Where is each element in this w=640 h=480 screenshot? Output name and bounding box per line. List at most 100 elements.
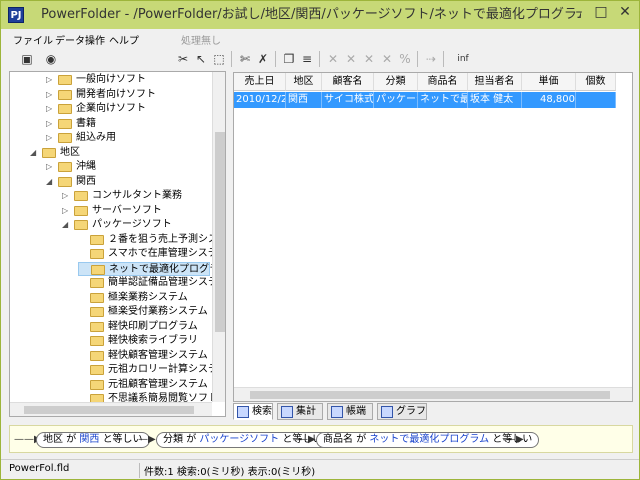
table-cell[interactable]: 2010/12/2: [234, 92, 286, 108]
tree-item[interactable]: ▷ 書籍: [46, 117, 210, 131]
tree-vertical-scroll-thumb[interactable]: [215, 132, 225, 332]
column-header[interactable]: 商品名: [418, 73, 468, 91]
tab-summary[interactable]: 集計: [277, 403, 323, 420]
tree-item[interactable]: ２番を狙う売上予測システム: [78, 233, 225, 247]
tree-item[interactable]: ネットで最適化プログラム: [78, 261, 225, 276]
tree-expand-icon[interactable]: ▷: [46, 117, 56, 131]
tree-expand-icon[interactable]: ▷: [62, 189, 72, 203]
summary-tab-icon: [281, 406, 293, 418]
scissors-icon[interactable]: ✄: [237, 51, 253, 67]
folder-icon: [58, 75, 72, 85]
tree-expand-icon[interactable]: ▷: [46, 160, 56, 174]
eye-icon[interactable]: ◉: [43, 51, 59, 67]
inf-button[interactable]: inf: [451, 51, 475, 67]
tree-horizontal-scrollbar[interactable]: [10, 402, 212, 416]
pointer-icon[interactable]: ↖: [193, 51, 209, 67]
status-bar: PowerFol.fld 件数:1 検索:0(ミリ秒) 表示:0(ミリ秒): [1, 459, 639, 479]
tree-item[interactable]: ▷ 企業向けソフト: [46, 102, 210, 116]
tree-item-label: 簡単認証備品管理システム: [108, 277, 226, 288]
ledger-tab-icon: [331, 406, 343, 418]
column-header[interactable]: 地区: [286, 73, 322, 91]
column-header[interactable]: 担当者名: [468, 73, 522, 91]
tree-item[interactable]: スマホで在庫管理システム: [78, 247, 225, 261]
column-header[interactable]: 分類: [374, 73, 418, 91]
tree-item[interactable]: ◢ 関西: [46, 175, 210, 189]
processing-status-text: 処理無し: [181, 36, 221, 47]
maximize-button[interactable]: □: [591, 3, 611, 23]
tree-item[interactable]: 簡単認証備品管理システム: [78, 276, 225, 290]
column-header[interactable]: 個数: [576, 73, 616, 91]
table-cell[interactable]: サイコ株式会: [322, 92, 374, 108]
clear4-icon[interactable]: ✕: [379, 51, 395, 67]
tree-expand-icon[interactable]: ◢: [30, 146, 40, 160]
filter-chip-district[interactable]: 地区 が 関西 と等しい: [36, 432, 150, 448]
toolbar-right: ✂ ↖ ⬚ ✄ ✗ ❐ ≡ ✕ ✕ ✕ ✕ % ⇢ inf: [171, 49, 633, 69]
tab-ledger[interactable]: 帳端: [327, 403, 373, 420]
tree-item-label: 軽快検索ライブラリ: [108, 335, 198, 346]
select-icon[interactable]: ⬚: [211, 51, 227, 67]
tree-item[interactable]: 極楽業務システム: [78, 291, 210, 305]
tree-item[interactable]: ◢ 地区: [30, 146, 210, 160]
tree-item-label: 軽快印刷プログラム: [108, 320, 198, 332]
tree-item[interactable]: 軽快顧客管理システム: [78, 349, 210, 363]
folder-icon: [58, 118, 72, 129]
grid-horizontal-scrollbar[interactable]: [234, 387, 632, 401]
tab-graph[interactable]: グラフ: [377, 403, 427, 420]
column-header[interactable]: 顧客名: [322, 73, 374, 91]
tree-expand-icon[interactable]: ▷: [46, 102, 56, 116]
grid-horizontal-scroll-thumb[interactable]: [250, 391, 610, 399]
table-cell[interactable]: パッケージソ: [374, 92, 418, 108]
folder-tree[interactable]: ▷ 一般向けソフト ▷ 開発者向けソフト ▷ 企業向けソフト ▷ 書籍 ▷ 組込み用 ◢ 地区 ▷ 沖縄 ◢…: [9, 71, 226, 417]
image-icon[interactable]: ▣: [19, 51, 35, 67]
tree-item[interactable]: ▷ コンサルタント業務: [62, 189, 210, 203]
tree-expand-icon[interactable]: ▷: [46, 131, 56, 145]
tree-expand-icon[interactable]: ▷: [46, 88, 56, 102]
menu-help[interactable]: ヘルプ: [109, 32, 139, 47]
percent-icon[interactable]: %: [397, 51, 413, 67]
tree-item[interactable]: 極楽受付業務システム: [78, 305, 210, 319]
menu-file[interactable]: ファイル: [13, 32, 53, 47]
column-header[interactable]: 単価: [522, 73, 576, 91]
tree-item[interactable]: ◢ パッケージソフト: [62, 218, 210, 232]
close-button[interactable]: ✕: [613, 3, 637, 23]
tree-expand-icon[interactable]: ◢: [46, 175, 56, 189]
table-cell[interactable]: 48,800: [522, 92, 576, 108]
table-cell[interactable]: ネットで最適: [418, 92, 468, 108]
data-grid[interactable]: 売上日地区顧客名分類商品名担当者名単価個数 2010/12/2関西サイコ株式会パッ…: [233, 72, 633, 402]
clear2-icon[interactable]: ✕: [343, 51, 359, 67]
tree-item[interactable]: 軽快検索ライブラリ: [78, 334, 210, 348]
table-cell[interactable]: 坂本 健太: [468, 92, 522, 108]
filter-arrow-2: —▶: [298, 434, 316, 445]
arrow-icon[interactable]: ⇢: [423, 51, 439, 67]
tree-expand-icon[interactable]: ◢: [62, 218, 72, 232]
tree-item[interactable]: ▷ サーバーソフト: [62, 204, 210, 218]
tab-search[interactable]: 検索: [233, 403, 273, 420]
tree-item[interactable]: ▷ 一般向けソフト: [46, 73, 210, 87]
tree-item[interactable]: 元祖顧客管理システム: [78, 378, 210, 392]
cross-icon[interactable]: ✗: [255, 51, 271, 67]
tree-item[interactable]: 軽快印刷プログラム: [78, 320, 210, 334]
table-cell[interactable]: [576, 92, 616, 108]
title-bar[interactable]: PJ PowerFolder - /PowerFolder/お試し/地区/関西/…: [1, 1, 639, 29]
column-header[interactable]: 売上日: [234, 73, 286, 91]
clear-icon[interactable]: ✕: [325, 51, 341, 67]
copy-icon[interactable]: ❐: [281, 51, 297, 67]
tree-vertical-scrollbar[interactable]: [212, 72, 225, 402]
clear3-icon[interactable]: ✕: [361, 51, 377, 67]
tree-expand-icon[interactable]: ▷: [46, 73, 56, 87]
tree-item[interactable]: ▷ 組込み用: [46, 131, 210, 145]
cut-icon[interactable]: ✂: [175, 51, 191, 67]
folder-icon: [90, 249, 104, 259]
minimize-button[interactable]: –: [569, 3, 589, 23]
folder-icon: [74, 191, 88, 201]
tree-item[interactable]: 元祖カロリー計算システム: [78, 363, 225, 377]
tree-item-label: 企業向けソフト: [76, 103, 146, 114]
tree-item[interactable]: ▷ 沖縄: [46, 160, 210, 174]
style-icon[interactable]: ≡: [299, 51, 315, 67]
tree-item-label: 極楽受付業務システム: [108, 306, 208, 317]
tree-expand-icon[interactable]: ▷: [62, 204, 72, 218]
menu-data[interactable]: データ操作: [55, 32, 105, 47]
table-cell[interactable]: 関西: [286, 92, 322, 108]
tree-horizontal-scroll-thumb[interactable]: [24, 406, 194, 414]
tree-item[interactable]: ▷ 開発者向けソフト: [46, 88, 210, 102]
